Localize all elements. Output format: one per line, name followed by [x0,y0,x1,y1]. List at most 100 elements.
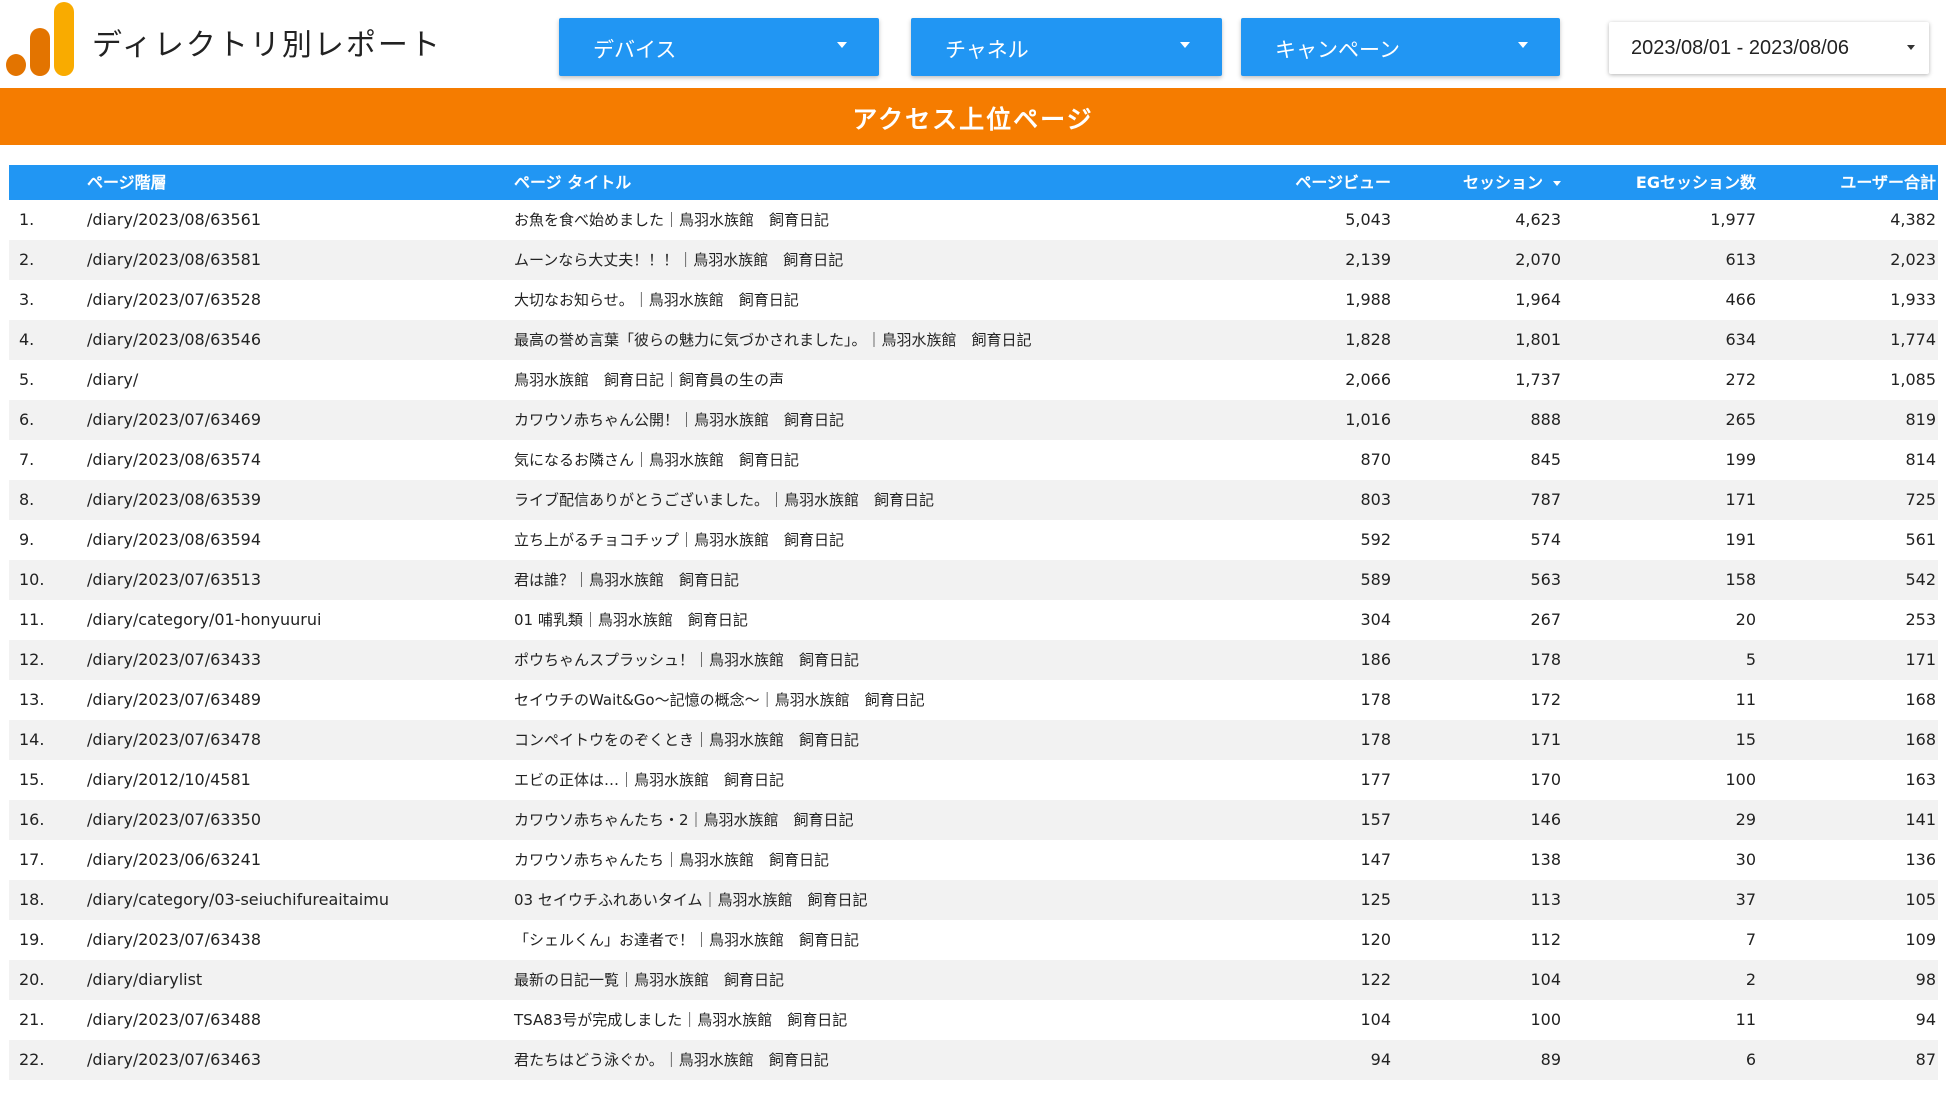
campaign-filter-dropdown[interactable]: キャンペーン [1241,18,1560,76]
eg-sessions-cell: 15 [1735,730,1756,749]
users-cell: 136 [1905,850,1936,869]
device-filter-dropdown[interactable]: デバイス [559,18,879,76]
eg-sessions-cell: 191 [1725,530,1756,549]
page-title-cell: 「シェルくん」お達者で！｜鳥羽水族館 飼育日記 [514,931,860,949]
row-index: 8. [19,490,35,509]
table-row[interactable]: 12. /diary/2023/07/63433 ポウちゃんスプラッシュ！｜鳥羽水族… [9,640,1938,680]
table-row[interactable]: 11. /diary/category/01-honyuurui 01 哺乳類｜鳥羽… [9,600,1938,640]
table-row[interactable]: 1. /diary/2023/08/63561 お魚を食べ始めました｜鳥羽水族館 飼… [9,200,1938,240]
table-row[interactable]: 6. /diary/2023/07/63469 カワウソ赤ちゃん公開！｜鳥羽水族館 … [9,400,1938,440]
page-path: /diary/2023/07/63528 [87,290,261,309]
users-cell: 542 [1905,570,1936,589]
row-index: 2. [19,250,35,269]
table-row[interactable]: 13. /diary/2023/07/63489 セイウチのWait&Go～記憶の概… [9,680,1938,720]
date-range-picker[interactable]: 2023/08/01 - 2023/08/06 [1609,22,1929,74]
sessions-cell: 113 [1530,890,1561,909]
sessions-cell: 104 [1530,970,1561,989]
page-path: /diary/2023/07/63438 [87,930,261,949]
section-title: アクセス上位ページ [852,105,1094,134]
page-path: /diary/2023/08/63561 [87,210,261,229]
eg-sessions-cell: 5 [1745,650,1756,669]
sessions-cell: 267 [1530,610,1561,629]
sessions-cell: 112 [1530,930,1561,949]
users-cell: 561 [1905,530,1936,549]
table-row[interactable]: 14. /diary/2023/07/63478 コンペイトウをのぞくとき｜鳥羽水族… [9,720,1938,760]
page-title-cell: ムーンなら大丈夫！！！｜鳥羽水族館 飼育日記 [514,251,844,269]
pageviews-cell: 178 [1360,730,1391,749]
table-header: ページ階層 ページ タイトル ページビュー セッション EGセッション数 ユーザ… [9,165,1938,200]
sort-desc-icon [1553,181,1561,186]
eg-sessions-cell: 272 [1725,370,1756,389]
chevron-down-icon [1518,42,1528,48]
users-cell: 105 [1905,890,1936,909]
column-header-eg-sessions[interactable]: EGセッション数 [1569,165,1756,200]
page-title-cell: ライブ配信ありがとうございました。｜鳥羽水族館 飼育日記 [514,491,935,509]
eg-sessions-cell: 11 [1735,690,1756,709]
column-header-pageviews[interactable]: ページビュー [1189,165,1391,200]
page-title-cell: ポウちゃんスプラッシュ！｜鳥羽水族館 飼育日記 [514,651,860,669]
sessions-cell: 178 [1530,650,1561,669]
column-header-title[interactable]: ページ タイトル [514,165,1234,200]
page-path: /diary/2023/07/63489 [87,690,261,709]
sessions-cell: 146 [1530,810,1561,829]
table-row[interactable]: 20. /diary/diarylist 最新の日記一覧｜鳥羽水族館 飼育日記 122… [9,960,1938,1000]
table-row[interactable]: 10. /diary/2023/07/63513 君は誰？｜鳥羽水族館 飼育日記 58… [9,560,1938,600]
table-row[interactable]: 7. /diary/2023/08/63574 気になるお隣さん｜鳥羽水族館 飼育日… [9,440,1938,480]
eg-sessions-cell: 37 [1735,890,1756,909]
row-index: 13. [19,690,45,709]
page-path: /diary/category/03-seiuchifureaitaimu [87,890,389,909]
page-path: /diary/2023/08/63594 [87,530,261,549]
users-cell: 94 [1915,1010,1936,1029]
sessions-cell: 2,070 [1515,250,1561,269]
table-row[interactable]: 3. /diary/2023/07/63528 大切なお知らせ。｜鳥羽水族館 飼育日… [9,280,1938,320]
users-cell: 109 [1905,930,1936,949]
pageviews-cell: 1,828 [1345,330,1391,349]
table-row[interactable]: 8. /diary/2023/08/63539 ライブ配信ありがとうございました。｜… [9,480,1938,520]
users-cell: 4,382 [1890,210,1936,229]
eg-sessions-cell: 29 [1735,810,1756,829]
table-row[interactable]: 22. /diary/2023/07/63463 君たちはどう泳ぐか。｜鳥羽水族館 … [9,1040,1938,1080]
page-title-cell: TSA83号が完成しました｜鳥羽水族館 飼育日記 [514,1011,848,1029]
column-header-path[interactable]: ページ階層 [87,165,507,200]
table-row[interactable]: 2. /diary/2023/08/63581 ムーンなら大丈夫！！！｜鳥羽水族館 … [9,240,1938,280]
table-row[interactable]: 15. /diary/2012/10/4581 エビの正体は…｜鳥羽水族館 飼育日記… [9,760,1938,800]
eg-sessions-cell: 634 [1725,330,1756,349]
table-row[interactable]: 17. /diary/2023/06/63241 カワウソ赤ちゃんたち｜鳥羽水族館 … [9,840,1938,880]
report-header: ディレクトリ別レポート デバイス チャネル キャンペーン 2023/08/01 … [0,0,1946,88]
table-row[interactable]: 9. /diary/2023/08/63594 立ち上がるチョコチップ｜鳥羽水族館 … [9,520,1938,560]
row-index: 19. [19,930,45,949]
page-title-cell: 立ち上がるチョコチップ｜鳥羽水族館 飼育日記 [514,531,845,549]
date-range-label: 2023/08/01 - 2023/08/06 [1631,37,1849,59]
row-index: 21. [19,1010,45,1029]
table-row[interactable]: 4. /diary/2023/08/63546 最高の誉め言葉「彼らの魅力に気づかさ… [9,320,1938,360]
users-cell: 141 [1905,810,1936,829]
column-header-sessions[interactable]: セッション [1369,165,1561,200]
page-path: /diary/2023/06/63241 [87,850,261,869]
table-row[interactable]: 16. /diary/2023/07/63350 カワウソ赤ちゃんたち・2｜鳥羽水族… [9,800,1938,840]
users-cell: 171 [1905,650,1936,669]
campaign-filter-label: キャンペーン [1275,38,1400,62]
channel-filter-dropdown[interactable]: チャネル [911,18,1222,76]
page-title-cell: カワウソ赤ちゃんたち・2｜鳥羽水族館 飼育日記 [514,811,854,829]
analytics-logo-icon [4,2,74,76]
page-path: /diary/2023/07/63350 [87,810,261,829]
table-row[interactable]: 18. /diary/category/03-seiuchifureaitaimu… [9,880,1938,920]
eg-sessions-cell: 30 [1735,850,1756,869]
users-cell: 253 [1905,610,1936,629]
users-cell: 98 [1915,970,1936,989]
column-header-users[interactable]: ユーザー合計 [1769,165,1936,200]
page-title-cell: 最新の日記一覧｜鳥羽水族館 飼育日記 [514,971,785,989]
sessions-cell: 89 [1540,1050,1561,1069]
table-row[interactable]: 21. /diary/2023/07/63488 TSA83号が完成しました｜鳥羽水… [9,1000,1938,1040]
eg-sessions-cell: 2 [1745,970,1756,989]
table-row[interactable]: 19. /diary/2023/07/63438 「シェルくん」お達者で！｜鳥羽水族… [9,920,1938,960]
row-index: 22. [19,1050,45,1069]
page-path: /diary/2023/07/63513 [87,570,261,589]
sessions-cell: 845 [1530,450,1561,469]
table-body: 1. /diary/2023/08/63561 お魚を食べ始めました｜鳥羽水族館 飼… [9,200,1938,1080]
table-row[interactable]: 5. /diary/鳥羽水族館 飼育日記｜飼育員の生の声 2,066 1,737 272… [9,360,1938,400]
page-title-cell: 03 セイウチふれあいタイム｜鳥羽水族館 飼育日記 [514,891,868,909]
row-index: 11. [19,610,45,629]
page-title: ディレクトリ別レポート [92,28,442,63]
sessions-cell: 1,964 [1515,290,1561,309]
